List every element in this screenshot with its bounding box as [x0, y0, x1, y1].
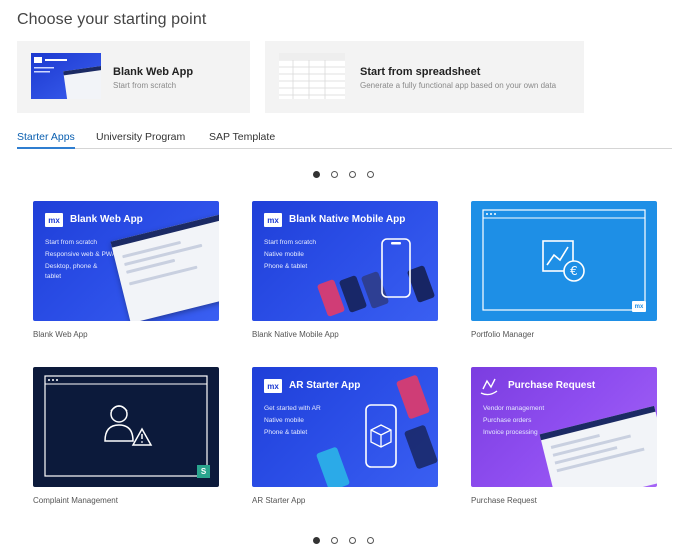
app-tile-portfolio-manager[interactable]: € mx [471, 201, 657, 321]
portfolio-chart-icon: € [482, 209, 646, 311]
phone-illustration [317, 238, 435, 317]
start-option-title: Blank Web App [113, 66, 194, 78]
page-dot-2[interactable] [331, 537, 338, 544]
page-dot-4[interactable] [367, 171, 374, 178]
ar-phone-cube-illustration [316, 375, 438, 487]
template-tabs: Starter Apps University Program SAP Temp… [17, 130, 672, 149]
s-logo-icon: S [197, 465, 210, 478]
tile-caption: AR Starter App [252, 496, 306, 505]
tab-sap-template[interactable]: SAP Template [209, 131, 275, 143]
tile-feature: Desktop, phone & [45, 263, 98, 270]
mx-logo-icon: mx [45, 213, 63, 227]
tile-caption: Blank Native Mobile App [252, 330, 339, 339]
tile-caption: Complaint Management [33, 496, 118, 505]
start-option-subtitle: Generate a fully functional app based on… [360, 81, 557, 90]
spreadsheet-thumbnail [279, 53, 345, 99]
app-tile-ar-starter-app[interactable]: mx AR Starter App Get started with AR Na… [252, 367, 438, 487]
svg-text:€: € [570, 264, 578, 278]
app-tile-blank-native-mobile-app[interactable]: mx Blank Native Mobile App Start from sc… [252, 201, 438, 321]
complaint-agent-icon [44, 375, 208, 477]
carousel-pager-bottom [313, 537, 374, 544]
tile-feature: Invoice processing [483, 429, 538, 436]
tab-university-program[interactable]: University Program [96, 131, 185, 143]
tile-feature: Vendor management [483, 405, 545, 412]
start-option-subtitle: Start from scratch [113, 81, 177, 90]
tile-feature: Responsive web & PWA [45, 251, 117, 258]
page-title: Choose your starting point [17, 11, 207, 28]
page-dot-3[interactable] [349, 171, 356, 178]
tile-heading: Purchase Request [508, 380, 596, 391]
tile-feature: tablet [45, 273, 62, 280]
page-dot-4[interactable] [367, 537, 374, 544]
tile-feature: Purchase orders [483, 417, 532, 424]
app-tile-complaint-management[interactable]: S [33, 367, 219, 487]
page-dot-2[interactable] [331, 171, 338, 178]
app-tile-blank-web-app[interactable]: mx Blank Web App Start from scratch Resp… [33, 201, 219, 321]
tile-heading: Blank Web App [70, 214, 143, 225]
tile-caption: Purchase Request [471, 496, 537, 505]
app-tile-purchase-request[interactable]: Purchase Request Vendor management Purch… [471, 367, 657, 487]
tile-feature: Start from scratch [45, 239, 98, 246]
tile-caption: Blank Web App [33, 330, 88, 339]
carousel-pager-top [313, 171, 374, 178]
start-option-title: Start from spreadsheet [360, 66, 481, 78]
blank-web-app-card[interactable]: Blank Web App Start from scratch [17, 41, 250, 113]
page-dot-1[interactable] [313, 537, 320, 544]
page-dot-3[interactable] [349, 537, 356, 544]
tab-starter-apps[interactable]: Starter Apps [17, 131, 75, 149]
start-from-spreadsheet-card[interactable]: Start from spreadsheet Generate a fully … [265, 41, 584, 113]
app-screen-preview [110, 214, 219, 321]
page-dot-1[interactable] [313, 171, 320, 178]
blank-web-app-thumbnail [31, 53, 101, 99]
mx-logo-icon: mx [632, 301, 646, 312]
tile-caption: Portfolio Manager [471, 330, 535, 339]
